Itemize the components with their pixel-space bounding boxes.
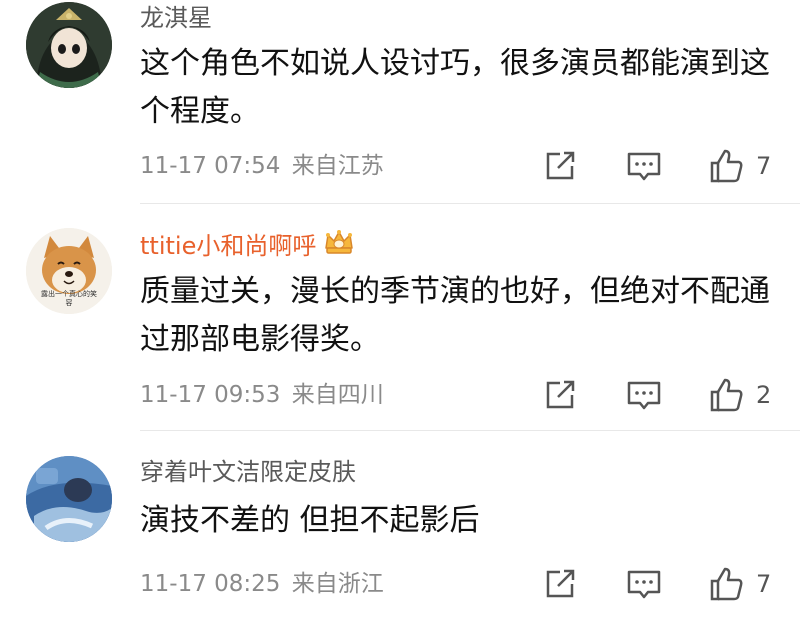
share-icon[interactable]	[540, 564, 580, 604]
location: 来自浙江	[291, 571, 384, 597]
thumbs-up-icon[interactable]	[706, 564, 746, 604]
comment-icon[interactable]	[624, 564, 664, 604]
blue-photo-avatar-image	[26, 456, 112, 542]
username[interactable]: 穿着叶文洁限定皮肤	[140, 456, 356, 488]
timestamp: 11-17 08:25	[140, 571, 281, 597]
comment-text: 演技不差的 但担不起影后	[140, 503, 480, 538]
comment-meta: 11-17 08:25 来自浙江	[140, 569, 384, 599]
avatar[interactable]	[26, 456, 112, 542]
like-count: 7	[756, 570, 772, 598]
comment-item: 穿着叶文洁限定皮肤 演技不差的 但担不起影后 11-17 08:25 来自浙江 …	[0, 0, 800, 617]
